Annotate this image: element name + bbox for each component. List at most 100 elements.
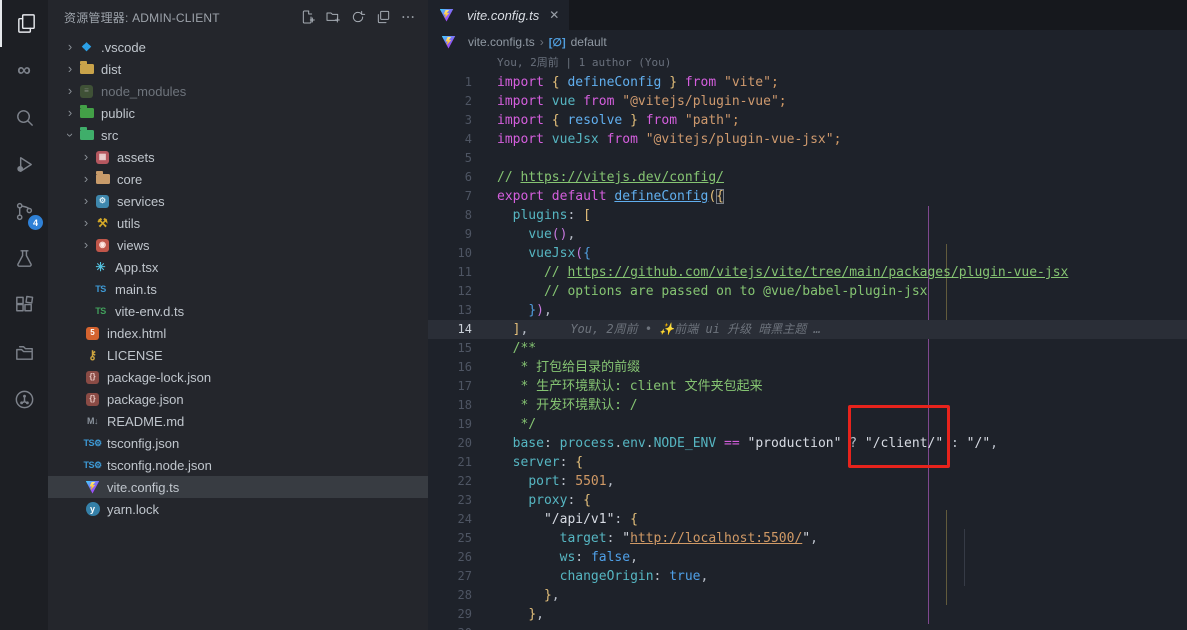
git-graph-icon[interactable] — [0, 376, 48, 423]
code-line-12[interactable]: 12 // options are passed on to @vue/babe… — [428, 282, 1187, 301]
new-folder-icon[interactable] — [320, 5, 345, 30]
explorer-icon[interactable] — [0, 0, 50, 47]
code-line-4[interactable]: 4import vueJsx from "@vitejs/plugin-vue-… — [428, 130, 1187, 149]
line-number: 8 — [428, 206, 472, 225]
chevron-right-icon: › — [540, 35, 544, 49]
tree-item-label: App.tsx — [115, 260, 158, 275]
tree-item-core[interactable]: ›core — [48, 168, 428, 190]
source-control-icon[interactable]: 4 — [0, 188, 48, 235]
project-folders-icon[interactable] — [0, 329, 48, 376]
tree-item-vite.config.ts[interactable]: ›vite.config.ts — [48, 476, 428, 498]
code-line-14[interactable]: 14 ],You, 2周前 • ✨前端 ui 升级 暗黑主题 … — [428, 320, 1187, 339]
vscode-window: ∞4 资源管理器: ADMIN-CLIENT ›❖.vscode›dist›≡n… — [0, 0, 1187, 630]
tree-item-tsconfig.json[interactable]: ›TS⚙tsconfig.json — [48, 432, 428, 454]
node-modules-icon: ≡ — [78, 83, 95, 99]
code-line-21[interactable]: 21 server: { — [428, 453, 1187, 472]
code-line-19[interactable]: 19 */ — [428, 415, 1187, 434]
tree-item-tsconfig.node.json[interactable]: ›TS⚙tsconfig.node.json — [48, 454, 428, 476]
breadcrumb-symbol[interactable]: [∅] default — [549, 35, 607, 49]
tree-item-label: LICENSE — [107, 348, 163, 363]
line-number: 27 — [428, 567, 472, 586]
code-line-16[interactable]: 16 * 打包给目录的前缀 — [428, 358, 1187, 377]
code-line-26[interactable]: 26 ws: false, — [428, 548, 1187, 567]
tree-item-README.md[interactable]: ›M↓README.md — [48, 410, 428, 432]
tree-item-label: tsconfig.json — [107, 436, 179, 451]
codelens-authors[interactable]: You, 2周前 | 1 author (You) — [428, 54, 1187, 73]
folder-src-icon — [78, 127, 95, 143]
code-line-29[interactable]: 29 }, — [428, 605, 1187, 624]
collapse-folders-icon[interactable] — [370, 5, 395, 30]
code-line-3[interactable]: 3import { resolve } from "path"; — [428, 111, 1187, 130]
tree-item-dist[interactable]: ›dist — [48, 58, 428, 80]
extensions-icon[interactable] — [0, 282, 48, 329]
code-line-2[interactable]: 2import vue from "@vitejs/plugin-vue"; — [428, 92, 1187, 111]
code-area[interactable]: You, 2周前 | 1 author (You) 1import { defi… — [428, 54, 1187, 630]
line-number: 22 — [428, 472, 472, 491]
tree-item-main.ts[interactable]: ›TSmain.ts — [48, 278, 428, 300]
license-key-icon: ⚷ — [84, 347, 101, 363]
breadcrumb: vite.config.ts › [∅] default — [428, 30, 1187, 54]
tab-vite-config[interactable]: vite.config.ts ✕ — [428, 0, 569, 30]
testing-icon[interactable] — [0, 235, 48, 282]
code-line-27[interactable]: 27 changeOrigin: true, — [428, 567, 1187, 586]
tree-item-.vscode[interactable]: ›❖.vscode — [48, 36, 428, 58]
tree-item-views[interactable]: ›◉views — [48, 234, 428, 256]
line-content: * 生产环境默认: client 文件夹包起来 — [472, 377, 763, 396]
symbol-icon: [∅] — [549, 36, 566, 49]
close-icon[interactable]: ✕ — [549, 8, 559, 22]
line-number: 13 — [428, 301, 472, 320]
code-line-10[interactable]: 10 vueJsx({ — [428, 244, 1187, 263]
tree-item-assets[interactable]: ›▦assets — [48, 146, 428, 168]
line-content: port: 5501, — [472, 472, 614, 491]
code-line-20[interactable]: 20 base: process.env.NODE_ENV == "produc… — [428, 434, 1187, 453]
code-line-7[interactable]: 7export default defineConfig({ — [428, 187, 1187, 206]
tree-item-src[interactable]: ›src — [48, 124, 428, 146]
code-line-30[interactable]: 30 — [428, 624, 1187, 630]
html-icon: 5 — [84, 325, 101, 341]
code-line-24[interactable]: 24 "/api/v1": { — [428, 510, 1187, 529]
tree-item-index.html[interactable]: ›5index.html — [48, 322, 428, 344]
tree-item-utils[interactable]: ›⚒utils — [48, 212, 428, 234]
tree-item-yarn.lock[interactable]: ›yyarn.lock — [48, 498, 428, 520]
code-line-23[interactable]: 23 proxy: { — [428, 491, 1187, 510]
tree-item-node_modules[interactable]: ›≡node_modules — [48, 80, 428, 102]
code-line-8[interactable]: 8 plugins: [ — [428, 206, 1187, 225]
tree-item-package.json[interactable]: ›{}package.json — [48, 388, 428, 410]
tree-item-label: README.md — [107, 414, 184, 429]
refresh-explorer-icon[interactable] — [345, 5, 370, 30]
more-actions-icon[interactable] — [395, 5, 420, 30]
line-content: vue(), — [472, 225, 575, 244]
code-line-22[interactable]: 22 port: 5501, — [428, 472, 1187, 491]
breadcrumb-file[interactable]: vite.config.ts — [440, 34, 535, 50]
tree-item-App.tsx[interactable]: ›✳App.tsx — [48, 256, 428, 278]
new-file-icon[interactable] — [295, 5, 320, 30]
chevron-icon: › — [62, 80, 78, 102]
code-line-5[interactable]: 5 — [428, 149, 1187, 168]
chevron-icon: › — [78, 212, 94, 234]
tree-item-public[interactable]: ›public — [48, 102, 428, 124]
code-line-18[interactable]: 18 * 开发环境默认: / — [428, 396, 1187, 415]
tree-item-LICENSE[interactable]: ›⚷LICENSE — [48, 344, 428, 366]
code-line-28[interactable]: 28 }, — [428, 586, 1187, 605]
react-icon: ✳ — [92, 259, 109, 275]
search-icon[interactable] — [0, 94, 48, 141]
code-line-6[interactable]: 6// https://vitejs.dev/config/ — [428, 168, 1187, 187]
code-line-13[interactable]: 13 }), — [428, 301, 1187, 320]
code-line-11[interactable]: 11 // https://github.com/vitejs/vite/tre… — [428, 263, 1187, 282]
code-line-15[interactable]: 15 /** — [428, 339, 1187, 358]
line-number: 19 — [428, 415, 472, 434]
markdown-icon: M↓ — [84, 413, 101, 429]
line-content — [472, 149, 497, 168]
tree-item-services[interactable]: ›⚙services — [48, 190, 428, 212]
code-line-17[interactable]: 17 * 生产环境默认: client 文件夹包起来 — [428, 377, 1187, 396]
visual-studio-icon[interactable]: ∞ — [0, 47, 48, 94]
tree-item-vite-env.d.ts[interactable]: ›TSvite-env.d.ts — [48, 300, 428, 322]
code-line-25[interactable]: 25 target: "http://localhost:5500/", — [428, 529, 1187, 548]
code-line-1[interactable]: 1import { defineConfig } from "vite"; — [428, 73, 1187, 92]
explorer-sidebar: 资源管理器: ADMIN-CLIENT ›❖.vscode›dist›≡node… — [48, 0, 428, 630]
run-debug-icon[interactable] — [0, 141, 48, 188]
code-line-9[interactable]: 9 vue(), — [428, 225, 1187, 244]
line-content: * 开发环境默认: / — [472, 396, 638, 415]
vscode-icon: ❖ — [78, 39, 95, 55]
tree-item-package-lock.json[interactable]: ›{}package-lock.json — [48, 366, 428, 388]
